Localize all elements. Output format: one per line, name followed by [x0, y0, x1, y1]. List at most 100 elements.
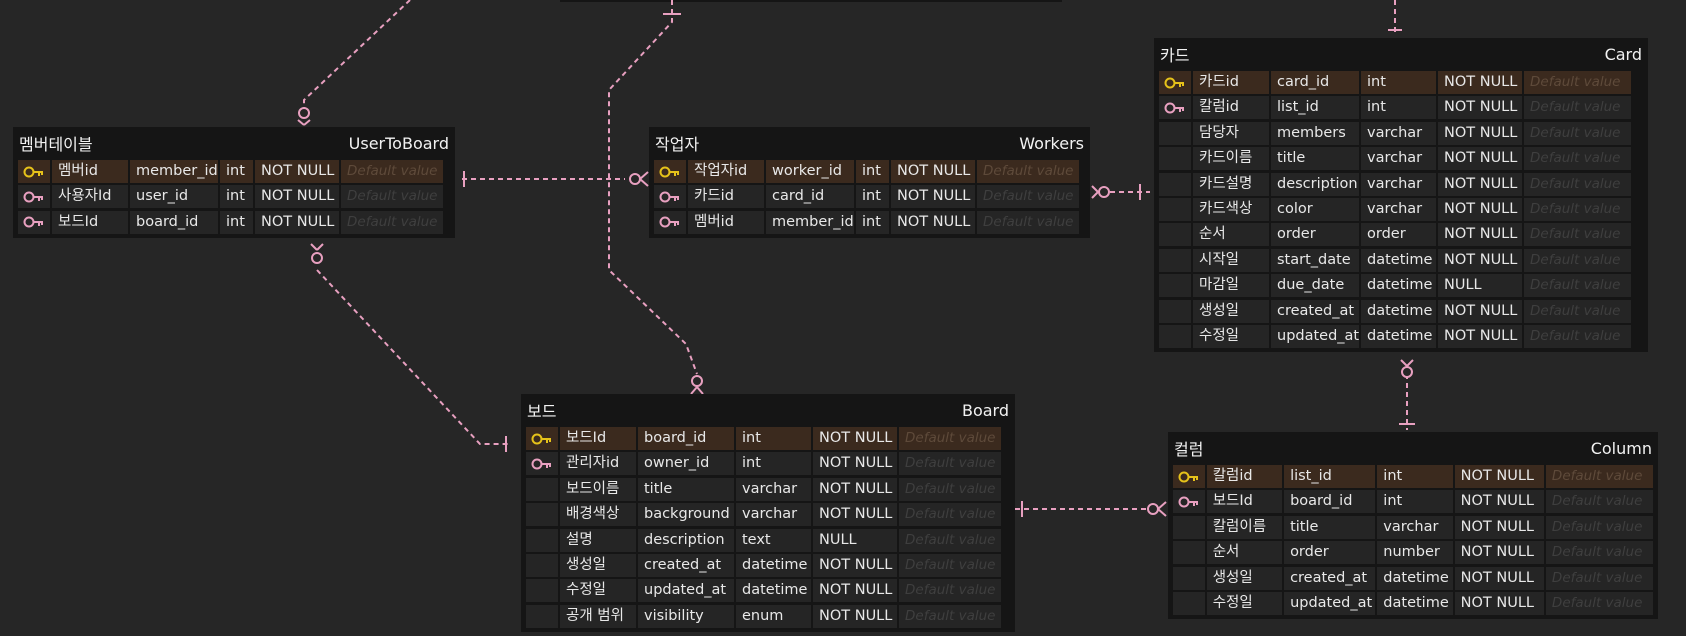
column-physical-name[interactable]: card_id: [766, 185, 854, 209]
table-card[interactable]: 카드 Card 카드id card_id int NOT NULL Default valu…: [1154, 38, 1648, 353]
column-physical-name[interactable]: board_id: [1284, 490, 1376, 514]
column-type[interactable]: datetime: [736, 579, 811, 603]
column-type[interactable]: datetime: [736, 553, 811, 577]
column-type[interactable]: int: [1361, 96, 1436, 120]
column-row[interactable]: 관리자id owner_id int NOT NULL Default value: [525, 451, 1011, 476]
column-nullable[interactable]: NOT NULL: [255, 160, 339, 183]
column-nullable[interactable]: NOT NULL: [1438, 121, 1522, 145]
column-nullable[interactable]: NOT NULL: [1454, 566, 1544, 590]
column-logical-name[interactable]: 배경색상: [560, 503, 636, 527]
column-logical-name[interactable]: 생성일: [1206, 566, 1283, 590]
column-row[interactable]: 순서 order number NOT NULL Default value: [1172, 540, 1654, 565]
column-default[interactable]: Default value: [899, 477, 1001, 501]
column-type[interactable]: int: [220, 210, 253, 234]
column-type[interactable]: int: [220, 160, 253, 183]
column-row[interactable]: 순서 order order NOT NULL Default value: [1158, 222, 1644, 247]
column-default[interactable]: Default value: [977, 160, 1079, 183]
column-default[interactable]: Default value: [899, 528, 1001, 552]
column-row[interactable]: 칼럼id list_id int NOT NULL Default value: [1158, 95, 1644, 120]
column-type[interactable]: varchar: [1361, 121, 1436, 145]
column-default[interactable]: Default value: [1545, 515, 1653, 539]
column-default[interactable]: Default value: [899, 503, 1001, 527]
column-row[interactable]: 수정일 updated_at datetime NOT NULL Default val…: [1158, 324, 1644, 349]
column-physical-name[interactable]: created_at: [1284, 566, 1376, 590]
column-logical-name[interactable]: 작업자id: [688, 160, 764, 183]
column-row[interactable]: 공개 범위 visibility enum NOT NULL Default value: [525, 604, 1011, 629]
column-type[interactable]: int: [220, 185, 253, 209]
column-physical-name[interactable]: user_id: [130, 185, 218, 209]
column-type[interactable]: int: [856, 185, 889, 209]
column-default[interactable]: Default value: [1524, 274, 1631, 298]
column-default[interactable]: Default value: [899, 427, 1001, 450]
column-logical-name[interactable]: 카드id: [688, 185, 764, 209]
table-column[interactable]: 컬럼 Column 칼럼id list_id int NOT NULL Default va…: [1168, 432, 1658, 620]
column-nullable[interactable]: NOT NULL: [891, 185, 975, 209]
column-physical-name[interactable]: title: [1271, 147, 1359, 171]
column-row[interactable]: 보드Id board_id int NOT NULL Default value: [1172, 489, 1654, 514]
column-type[interactable]: int: [1377, 465, 1453, 488]
column-type[interactable]: varchar: [1361, 147, 1436, 171]
column-physical-name[interactable]: due_date: [1271, 274, 1359, 298]
table-header[interactable]: 컬럼 Column: [1168, 432, 1658, 464]
column-logical-name[interactable]: 공개 범위: [560, 604, 636, 628]
column-row[interactable]: 수정일 updated_at datetime NOT NULL Default val…: [525, 578, 1011, 603]
column-row[interactable]: 멤버id member_id int NOT NULL Default value: [17, 159, 451, 184]
column-type[interactable]: int: [856, 210, 889, 234]
column-logical-name[interactable]: 수정일: [1206, 591, 1283, 615]
column-logical-name[interactable]: 생성일: [560, 553, 636, 577]
column-default[interactable]: Default value: [899, 553, 1001, 577]
column-type[interactable]: varchar: [736, 503, 811, 527]
column-nullable[interactable]: NOT NULL: [1454, 465, 1544, 488]
column-logical-name[interactable]: 카드색상: [1193, 197, 1269, 221]
column-physical-name[interactable]: list_id: [1271, 96, 1359, 120]
column-nullable[interactable]: NOT NULL: [1438, 172, 1522, 196]
column-type[interactable]: int: [1361, 71, 1436, 94]
column-nullable[interactable]: NOT NULL: [813, 553, 897, 577]
column-logical-name[interactable]: 설명: [560, 528, 636, 552]
column-physical-name[interactable]: worker_id: [766, 160, 854, 183]
column-physical-name[interactable]: updated_at: [1271, 324, 1359, 348]
column-logical-name[interactable]: 카드id: [1193, 71, 1269, 94]
column-row[interactable]: 카드색상 color varchar NOT NULL Default value: [1158, 197, 1644, 222]
column-type[interactable]: int: [736, 427, 811, 450]
column-default[interactable]: Default value: [1545, 490, 1653, 514]
column-nullable[interactable]: NOT NULL: [1454, 591, 1544, 615]
column-type[interactable]: enum: [736, 604, 811, 628]
column-physical-name[interactable]: color: [1271, 197, 1359, 221]
column-type[interactable]: number: [1377, 541, 1453, 565]
column-row[interactable]: 보드이름 title varchar NOT NULL Default value: [525, 477, 1011, 502]
column-default[interactable]: Default value: [1524, 324, 1631, 348]
column-physical-name[interactable]: list_id: [1284, 465, 1376, 488]
column-nullable[interactable]: NOT NULL: [813, 579, 897, 603]
column-logical-name[interactable]: 칼럼id: [1193, 96, 1269, 120]
column-row[interactable]: 보드Id board_id int NOT NULL Default value: [525, 426, 1011, 451]
table-header[interactable]: 멤버테이블 UserToBoard: [13, 127, 455, 159]
column-default[interactable]: Default value: [1524, 147, 1631, 171]
column-nullable[interactable]: NOT NULL: [1438, 96, 1522, 120]
column-row[interactable]: 시작일 start_date datetime NOT NULL Default val…: [1158, 248, 1644, 273]
column-default[interactable]: Default value: [1524, 172, 1631, 196]
column-default[interactable]: Default value: [1545, 541, 1653, 565]
table-board[interactable]: 보드 Board 보드Id board_id int NOT NULL Default va…: [521, 394, 1015, 633]
column-physical-name[interactable]: members: [1271, 121, 1359, 145]
column-nullable[interactable]: NOT NULL: [813, 477, 897, 501]
column-physical-name[interactable]: member_id: [130, 160, 218, 183]
column-physical-name[interactable]: description: [638, 528, 734, 552]
column-type[interactable]: varchar: [1377, 515, 1453, 539]
column-logical-name[interactable]: 칼럼id: [1206, 465, 1283, 488]
column-nullable[interactable]: NULL: [813, 528, 897, 552]
column-default[interactable]: Default value: [1545, 465, 1653, 488]
column-logical-name[interactable]: 순서: [1206, 541, 1283, 565]
column-physical-name[interactable]: title: [1284, 515, 1376, 539]
column-nullable[interactable]: NOT NULL: [813, 604, 897, 628]
column-default[interactable]: Default value: [1524, 248, 1631, 272]
column-logical-name[interactable]: 멤버id: [52, 160, 128, 183]
column-row[interactable]: 설명 description text NULL Default value: [525, 528, 1011, 553]
column-logical-name[interactable]: 생성일: [1193, 299, 1269, 323]
column-default[interactable]: Default value: [1524, 96, 1631, 120]
table-header[interactable]: 작업자 Workers: [649, 127, 1090, 159]
column-logical-name[interactable]: 멤버id: [688, 210, 764, 234]
column-logical-name[interactable]: 마감일: [1193, 274, 1269, 298]
column-default[interactable]: Default value: [1524, 121, 1631, 145]
column-default[interactable]: Default value: [1524, 223, 1631, 247]
